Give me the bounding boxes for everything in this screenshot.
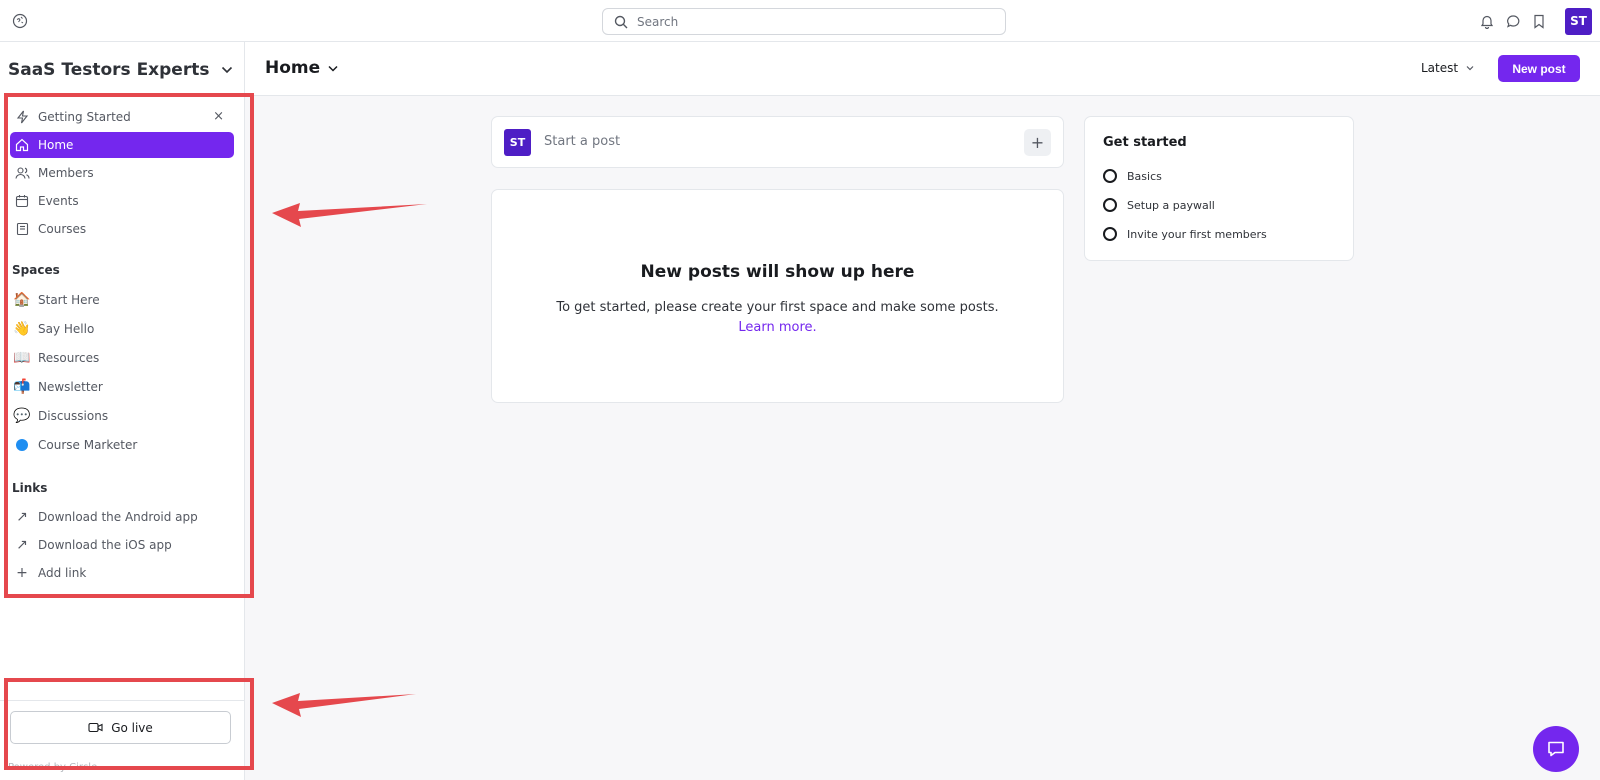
- chat-icon: [1548, 741, 1564, 757]
- bookmark-icon[interactable]: [1531, 13, 1547, 29]
- checklist-label: Basics: [1127, 169, 1162, 183]
- radio-circle-icon[interactable]: [1103, 169, 1117, 183]
- top-actions: ST: [1479, 7, 1592, 35]
- sort-label: Latest: [1421, 61, 1459, 75]
- avatar[interactable]: ST: [1565, 7, 1592, 35]
- annotation-arrow: [272, 203, 427, 227]
- get-started-title: Get started: [1103, 135, 1187, 150]
- search-input[interactable]: [637, 12, 997, 32]
- search-bar[interactable]: [602, 8, 1006, 35]
- community-switcher[interactable]: SaaS Testors Experts: [8, 56, 233, 84]
- chevron-down-icon: [221, 66, 233, 74]
- empty-state-text: To get started, please create your first…: [556, 300, 999, 315]
- annotation-box-go-live: [4, 678, 254, 770]
- annotation-arrow: [272, 693, 416, 717]
- sort-dropdown[interactable]: Latest: [1421, 61, 1474, 75]
- empty-state-card: New posts will show up here To get start…: [491, 189, 1064, 403]
- chat-icon[interactable]: [1505, 13, 1521, 29]
- learn-more-link[interactable]: Learn more.: [738, 320, 816, 335]
- globe-icon[interactable]: [12, 13, 28, 29]
- main-header: Home Latest New post: [245, 42, 1600, 96]
- checklist-item-paywall[interactable]: Setup a paywall: [1103, 196, 1215, 214]
- empty-state-title: New posts will show up here: [640, 262, 915, 282]
- empty-state-body: To get started, please create your first…: [492, 298, 1063, 338]
- checklist-item-invite[interactable]: Invite your first members: [1103, 225, 1267, 243]
- page-title-dropdown[interactable]: Home: [265, 58, 338, 78]
- checklist-label: Setup a paywall: [1127, 198, 1215, 212]
- community-name: SaaS Testors Experts: [8, 60, 210, 80]
- radio-circle-icon[interactable]: [1103, 227, 1117, 241]
- checklist-label: Invite your first members: [1127, 227, 1267, 241]
- new-post-button[interactable]: New post: [1498, 55, 1580, 82]
- bell-icon[interactable]: [1479, 13, 1495, 29]
- avatar: ST: [504, 129, 531, 156]
- add-button[interactable]: +: [1024, 129, 1051, 156]
- composer-placeholder[interactable]: Start a post: [544, 134, 620, 149]
- support-chat-button[interactable]: [1533, 726, 1579, 772]
- post-composer[interactable]: ST Start a post +: [491, 116, 1064, 168]
- search-icon: [614, 15, 628, 29]
- page-title: Home: [265, 58, 321, 78]
- checklist-item-basics[interactable]: Basics: [1103, 167, 1162, 185]
- chevron-down-icon: [1466, 66, 1474, 71]
- chevron-down-icon: [328, 65, 338, 72]
- annotation-box-sidebar: [4, 93, 254, 598]
- get-started-panel: Get started Basics Setup a paywall Invit…: [1084, 116, 1354, 261]
- top-bar: ST: [0, 0, 1600, 42]
- radio-circle-icon[interactable]: [1103, 198, 1117, 212]
